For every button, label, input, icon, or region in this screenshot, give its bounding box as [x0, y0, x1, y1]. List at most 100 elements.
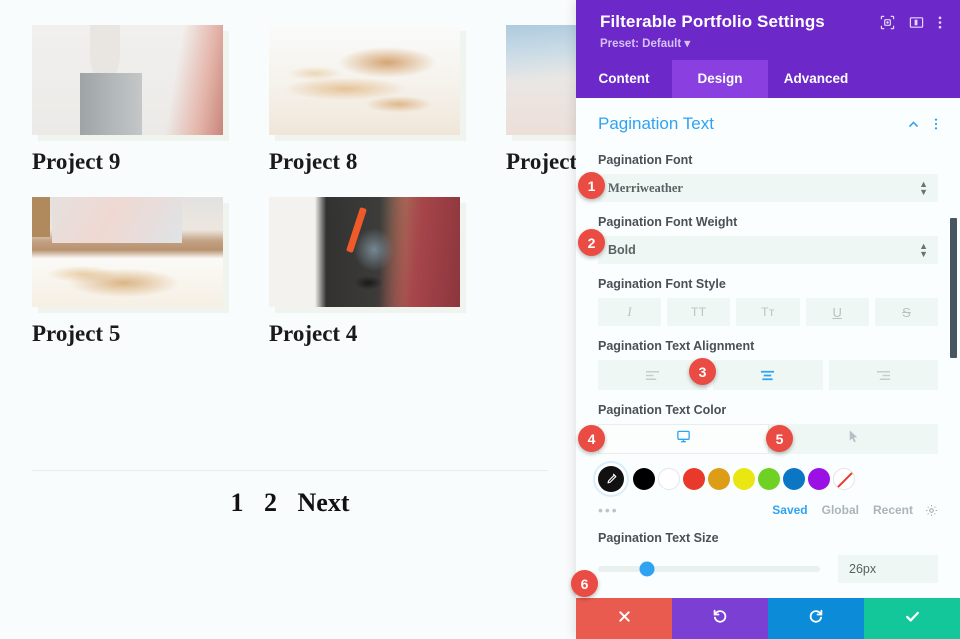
color-swatch-row: [598, 466, 938, 492]
section-header: Pagination Text: [598, 98, 938, 140]
pagination-font-select[interactable]: Merriweather ▲ ▼: [598, 174, 938, 202]
swatch-purple[interactable]: [808, 468, 830, 490]
step-badge-5: 5: [766, 425, 793, 452]
tab-advanced[interactable]: Advanced: [768, 60, 864, 98]
chevron-up-icon[interactable]: [907, 118, 920, 131]
pagination-page-1[interactable]: 1: [231, 488, 244, 517]
italic-button[interactable]: I: [598, 298, 662, 326]
swatch-red[interactable]: [683, 468, 705, 490]
project-image: [32, 197, 223, 307]
uppercase-button[interactable]: TT: [667, 298, 731, 326]
pagination-font-weight-value: Bold: [608, 243, 636, 257]
pagination-font-label: Pagination Font: [598, 153, 693, 167]
portfolio-row: Project 5 Project 4: [32, 197, 580, 347]
settings-body: Pagination Text Pagination Font Merriwea…: [576, 98, 960, 598]
tab-design[interactable]: Design: [672, 60, 768, 98]
preset-selector[interactable]: Preset: Default ▾: [600, 36, 942, 50]
save-button[interactable]: [864, 598, 960, 639]
more-colors-button[interactable]: •••: [598, 502, 758, 518]
project-card[interactable]: Project 7: [506, 25, 580, 175]
swatch-white[interactable]: [658, 468, 680, 490]
project-thumbnail[interactable]: [506, 25, 580, 135]
desktop-tab[interactable]: [598, 424, 769, 454]
panel-scrollbar[interactable]: [950, 218, 957, 358]
project-image: [506, 25, 580, 135]
project-title[interactable]: Project 9: [32, 149, 223, 175]
project-card[interactable]: Project 5: [32, 197, 223, 347]
text-size-input[interactable]: 26px: [838, 555, 938, 583]
desktop-icon: [676, 429, 691, 449]
swatch-green[interactable]: [758, 468, 780, 490]
section-title: Pagination Text: [598, 114, 714, 133]
project-thumbnail[interactable]: [269, 25, 460, 135]
panel-title: Filterable Portfolio Settings: [600, 12, 825, 31]
project-image: [269, 197, 460, 307]
project-title[interactable]: Project 5: [32, 321, 223, 347]
pagination-next[interactable]: Next: [298, 488, 350, 517]
project-image: [269, 25, 460, 135]
project-thumbnail[interactable]: [32, 197, 223, 307]
color-tab-recent[interactable]: Recent: [873, 503, 913, 517]
project-thumbnail[interactable]: [269, 197, 460, 307]
pagination-color-label: Pagination Text Color: [598, 403, 727, 417]
swatch-blue[interactable]: [783, 468, 805, 490]
pagination-font-style-label: Pagination Font Style: [598, 277, 726, 291]
project-card[interactable]: Project 8: [269, 25, 460, 175]
focus-icon[interactable]: [880, 15, 895, 30]
chevron-updown-icon: ▲ ▼: [919, 241, 928, 259]
cursor-icon: [847, 429, 860, 449]
content-divider: [32, 470, 548, 471]
check-icon: [904, 608, 921, 630]
project-title[interactable]: Project 8: [269, 149, 460, 175]
settings-tabs: Content Design Advanced: [576, 60, 960, 98]
swatch-yellow[interactable]: [733, 468, 755, 490]
color-picker[interactable]: [598, 466, 624, 492]
project-card[interactable]: Project 9: [32, 25, 223, 175]
project-thumbnail[interactable]: [32, 25, 223, 135]
portfolio-grid: Project 9 Project 8 Project 7 Proj: [32, 25, 580, 369]
redo-icon: [808, 608, 824, 629]
underline-button[interactable]: U: [805, 298, 869, 326]
color-tab-global[interactable]: Global: [822, 503, 859, 517]
pagination-font-weight-field: Pagination Font Weight Bold ▲ ▼: [598, 215, 938, 264]
redo-button[interactable]: [768, 598, 864, 639]
pagination-alignment-label: Pagination Text Alignment: [598, 339, 755, 353]
hover-tab[interactable]: [769, 424, 938, 454]
layout-icon[interactable]: [909, 15, 924, 30]
project-title[interactable]: Project 7: [506, 149, 580, 175]
color-tab-saved[interactable]: Saved: [772, 503, 807, 517]
settings-actions: [576, 598, 960, 639]
step-badge-2: 2: [578, 229, 605, 256]
strikethrough-button[interactable]: S: [874, 298, 939, 326]
pagination-page-2[interactable]: 2: [264, 488, 277, 517]
tab-content[interactable]: Content: [576, 60, 672, 98]
step-badge-4: 4: [578, 425, 605, 452]
small-caps-button[interactable]: Tᴛ: [736, 298, 800, 326]
gear-icon[interactable]: [925, 504, 938, 517]
pagination-color-field: Pagination Text Color ••• Saved Global R…: [598, 403, 938, 518]
preset-label: Preset: Default: [600, 38, 682, 50]
project-card[interactable]: Project 4: [269, 197, 460, 347]
swatch-transparent[interactable]: [833, 468, 855, 490]
pagination-font-value: Merriweather: [608, 180, 683, 195]
kebab-menu-icon[interactable]: [938, 15, 942, 30]
align-center-button[interactable]: [713, 360, 823, 390]
portfolio-row: Project 9 Project 8 Project 7: [32, 25, 580, 175]
swatch-black[interactable]: [633, 468, 655, 490]
text-size-slider-thumb[interactable]: [639, 561, 655, 577]
pagination-font-weight-select[interactable]: Bold ▲ ▼: [598, 236, 938, 264]
pagination-font-weight-label: Pagination Font Weight: [598, 215, 738, 229]
swatch-orange[interactable]: [708, 468, 730, 490]
cancel-button[interactable]: [576, 598, 672, 639]
step-badge-1: 1: [578, 172, 605, 199]
chevron-updown-icon: ▲ ▼: [919, 179, 928, 197]
color-footer: ••• Saved Global Recent: [598, 502, 938, 518]
portfolio-preview: Project 9 Project 8 Project 7 Proj: [0, 0, 580, 639]
kebab-menu-icon[interactable]: [934, 117, 938, 131]
step-badge-6: 6: [571, 570, 598, 597]
project-title[interactable]: Project 4: [269, 321, 460, 347]
undo-button[interactable]: [672, 598, 768, 639]
align-right-button[interactable]: [828, 360, 938, 390]
text-size-slider[interactable]: [598, 561, 820, 577]
pagination: 1 2 Next: [32, 488, 548, 518]
